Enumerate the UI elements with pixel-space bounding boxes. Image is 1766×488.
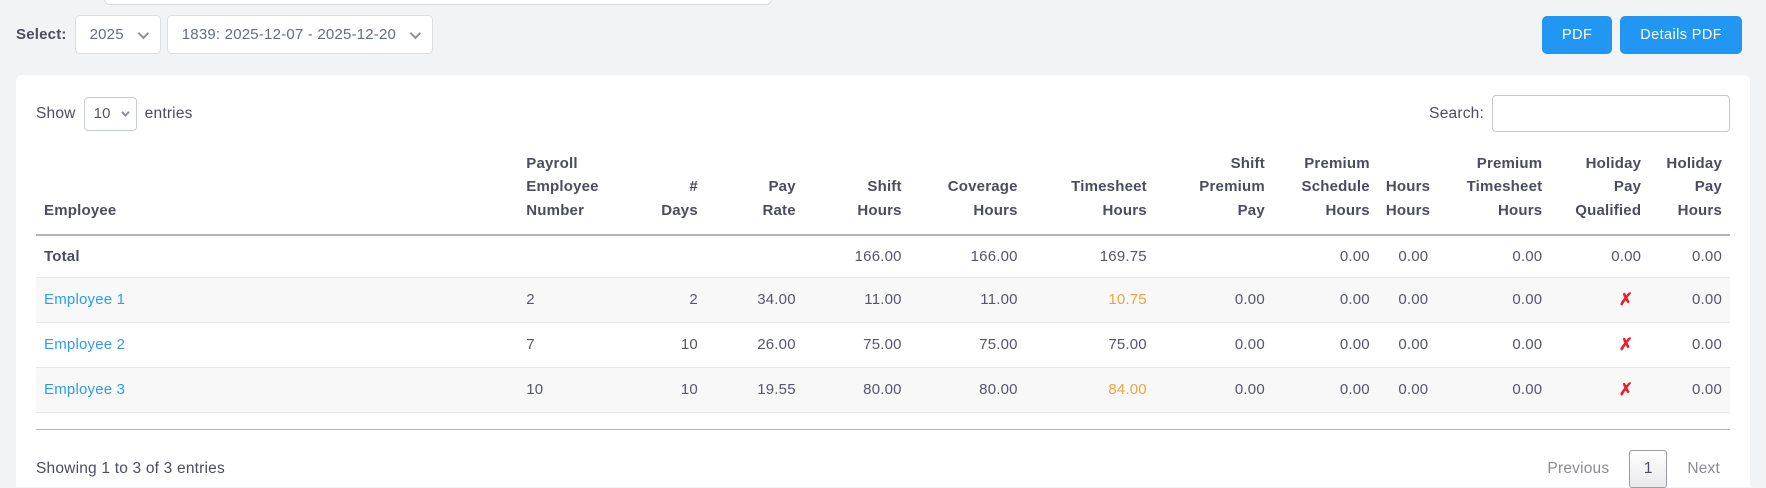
- column-header-num-days[interactable]: # Days: [641, 146, 706, 235]
- cell-shift-hours: 80.00: [863, 381, 902, 399]
- column-header-pay-rate[interactable]: Pay Rate: [706, 146, 804, 235]
- cell-holiday-pay-hours: 0.00: [1692, 381, 1722, 399]
- cell-coverage-hours: 80.00: [979, 381, 1018, 399]
- search-label: Search:: [1429, 104, 1484, 122]
- cell-shift-premium-pay: 0.00: [1234, 336, 1265, 354]
- employee-link[interactable]: Employee 1: [44, 291, 125, 308]
- cell-premium-schedule-hours: 0.00: [1339, 247, 1370, 265]
- column-header-employee[interactable]: Employee: [36, 146, 518, 235]
- cell-shift-hours: 166.00: [854, 247, 902, 265]
- cell-pay-rate: [706, 235, 804, 278]
- cell-timesheet-hours: 75.00: [1108, 336, 1147, 354]
- payroll-table: Employee Payroll Employee Number # Days …: [36, 146, 1730, 413]
- column-header-premium-schedule-hours[interactable]: Premium Schedule Hours: [1273, 146, 1378, 235]
- cell-coverage-hours: 166.00: [970, 247, 1018, 265]
- cell-num-days: 10: [680, 336, 698, 354]
- show-entries-control: Show 10 entries: [36, 96, 193, 131]
- cell-holiday-pay-hours: 0.00: [1692, 247, 1722, 265]
- entries-per-page-select[interactable]: 10: [83, 96, 137, 131]
- column-header-shift-premium-pay[interactable]: Shift Premium Pay: [1155, 146, 1273, 235]
- cell-shift-hours: 11.00: [864, 291, 902, 309]
- table-row-employee-2: Employee 2 7 10 26.00 75.00 75.00 75.00 …: [36, 322, 1730, 368]
- employee-link[interactable]: Employee 3: [44, 381, 125, 398]
- showing-entries-text: Showing 1 to 3 of 3 entries: [36, 459, 225, 477]
- cell-payroll-number: [518, 235, 641, 278]
- column-header-premium-timesheet-hours[interactable]: Premium Timesheet Hours: [1436, 146, 1550, 235]
- cell-num-days: 10: [680, 381, 698, 399]
- table-row-employee-1: Employee 1 2 2 34.00 11.00 11.00 10.75 0…: [36, 277, 1730, 323]
- cell-premium-schedule-hours: 0.00: [1339, 381, 1370, 399]
- cell-timesheet-hours: 169.75: [1099, 247, 1147, 265]
- column-header-coverage-hours[interactable]: Coverage Hours: [910, 146, 1026, 235]
- details-pdf-button[interactable]: Details PDF: [1620, 15, 1742, 54]
- page-1-button[interactable]: 1: [1629, 449, 1668, 488]
- search-input[interactable]: [1492, 95, 1730, 132]
- table-row-employee-3: Employee 3 10 10 19.55 80.00 80.00 84.00…: [36, 367, 1730, 413]
- cell-shift-premium-pay: 0.00: [1234, 291, 1265, 309]
- cutoff-dropdown-above: [104, 0, 772, 5]
- cell-payroll-number: 10: [526, 381, 544, 399]
- column-header-shift-hours[interactable]: Shift Hours: [804, 146, 910, 235]
- pay-period-select[interactable]: 1839: 2025-12-07 - 2025-12-20: [166, 15, 434, 54]
- cell-pay-rate: 34.00: [757, 291, 796, 309]
- pay-period-select-value: 1839: 2025-12-07 - 2025-12-20: [181, 26, 397, 43]
- employee-link[interactable]: Employee 2: [44, 336, 125, 353]
- not-qualified-x-icon: ✗: [1618, 289, 1634, 309]
- cell-hours-hours: 0.00: [1398, 381, 1429, 399]
- payroll-summary-card: Show 10 entries Search: Employee Payroll…: [16, 75, 1750, 488]
- column-header-hours-hours[interactable]: Hours Hours: [1378, 146, 1437, 235]
- column-header-holiday-pay-hours[interactable]: Holiday Pay Hours: [1649, 146, 1730, 235]
- cell-shift-premium-pay: [1155, 235, 1273, 278]
- cell-payroll-number: 2: [526, 291, 535, 309]
- cell-holiday-pay-qualified: 0.00: [1611, 247, 1642, 265]
- chevron-down-icon: [409, 27, 422, 39]
- cell-premium-timesheet-hours: 0.00: [1512, 381, 1543, 399]
- not-qualified-x-icon: ✗: [1618, 379, 1634, 399]
- cell-timesheet-hours-mismatch: 10.75: [1108, 291, 1147, 309]
- cell-holiday-pay-hours: 0.00: [1692, 336, 1722, 354]
- show-label: Show: [36, 104, 76, 122]
- cell-shift-hours: 75.00: [863, 336, 902, 354]
- cell-shift-premium-pay: 0.00: [1234, 381, 1265, 399]
- cell-payroll-number: 7: [526, 336, 535, 354]
- pagination: Previous 1 Next: [1537, 449, 1730, 488]
- cell-pay-rate: 26.00: [757, 336, 796, 354]
- cell-num-days: 2: [689, 291, 698, 309]
- cell-pay-rate: 19.55: [757, 381, 796, 399]
- table-header-row: Employee Payroll Employee Number # Days …: [36, 146, 1730, 235]
- year-select[interactable]: 2025: [74, 15, 161, 54]
- cell-coverage-hours: 11.00: [980, 291, 1018, 309]
- cell-premium-timesheet-hours: 0.00: [1512, 247, 1543, 265]
- cell-hours-hours: 0.00: [1398, 291, 1429, 309]
- previous-page-button[interactable]: Previous: [1537, 460, 1619, 478]
- chevron-down-icon: [137, 27, 149, 39]
- total-label: Total: [44, 247, 80, 265]
- topbar: Select: 2025 1839: 2025-12-07 - 2025-12-…: [0, 0, 1766, 75]
- table-row-total: Total 166.00 166.00 169.75 0.00 0.00 0.0…: [36, 235, 1730, 278]
- column-header-holiday-pay-qualified[interactable]: Holiday Pay Qualified: [1550, 146, 1649, 235]
- cell-hours-hours: 0.00: [1398, 247, 1429, 265]
- cell-holiday-pay-hours: 0.00: [1692, 291, 1722, 309]
- cell-coverage-hours: 75.00: [979, 336, 1018, 354]
- chevron-down-icon: [120, 107, 130, 117]
- entries-label: entries: [144, 104, 193, 122]
- column-header-timesheet-hours[interactable]: Timesheet Hours: [1026, 146, 1155, 235]
- select-label: Select:: [16, 26, 67, 43]
- entries-per-page-value: 10: [93, 105, 111, 122]
- cell-timesheet-hours-mismatch: 84.00: [1108, 381, 1147, 399]
- column-header-payroll-employee-number[interactable]: Payroll Employee Number: [518, 146, 641, 235]
- pdf-button[interactable]: PDF: [1542, 15, 1613, 54]
- year-select-value: 2025: [89, 26, 124, 43]
- cell-premium-schedule-hours: 0.00: [1339, 291, 1370, 309]
- cell-num-days: [641, 235, 706, 278]
- cell-premium-timesheet-hours: 0.00: [1512, 291, 1543, 309]
- cell-premium-schedule-hours: 0.00: [1339, 336, 1370, 354]
- next-page-button[interactable]: Next: [1677, 460, 1730, 478]
- cell-premium-timesheet-hours: 0.00: [1512, 336, 1543, 354]
- cell-hours-hours: 0.00: [1398, 336, 1429, 354]
- not-qualified-x-icon: ✗: [1618, 334, 1634, 354]
